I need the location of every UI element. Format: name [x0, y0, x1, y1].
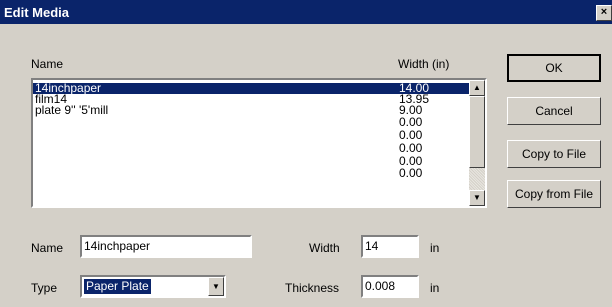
item-name: plate 9'' '5'mill [35, 103, 109, 117]
copy-to-file-button[interactable]: Copy to File [507, 140, 601, 168]
width-label: Width [309, 241, 340, 255]
item-width: 0.00 [399, 115, 423, 129]
list-header-name: Name [31, 57, 64, 71]
copy-from-file-button[interactable]: Copy from File [507, 180, 601, 208]
thickness-label: Thickness [285, 281, 340, 295]
type-label: Type [31, 281, 58, 295]
list-header-width: Width (in) [398, 57, 450, 71]
list-item[interactable]: 0.00 [33, 115, 470, 129]
list-item[interactable]: 0.00 [33, 166, 470, 180]
item-width: 0.00 [399, 166, 423, 180]
list-item[interactable]: 0.00 [33, 141, 470, 155]
window-title: Edit Media [4, 5, 70, 20]
scroll-up-icon[interactable]: ▲ [469, 80, 485, 96]
item-width: 0.00 [399, 141, 423, 155]
width-field[interactable]: 14 [361, 235, 419, 258]
type-select[interactable]: Paper Plate ▼ [80, 275, 226, 298]
edit-media-dialog: Edit Media × Name Width (in) 14inchpaper… [0, 0, 612, 307]
scroll-thumb[interactable] [469, 96, 485, 168]
item-width: 0.00 [399, 128, 423, 142]
list-scrollbar[interactable]: ▲ ▼ [469, 80, 485, 206]
list-item[interactable]: 0.00 [33, 128, 470, 142]
thickness-unit: in [430, 281, 440, 295]
name-label: Name [31, 241, 64, 255]
name-field[interactable]: 14inchpaper [80, 235, 252, 258]
scroll-down-icon[interactable]: ▼ [469, 190, 485, 206]
thickness-field[interactable]: 0.008 [361, 275, 419, 298]
title-bar[interactable]: Edit Media × [0, 0, 612, 24]
ok-button[interactable]: OK [507, 54, 601, 82]
close-button[interactable]: × [596, 5, 612, 21]
chevron-down-icon[interactable]: ▼ [208, 277, 224, 296]
width-unit: in [430, 241, 440, 255]
type-selected-value: Paper Plate [84, 279, 151, 294]
cancel-button[interactable]: Cancel [507, 97, 601, 125]
media-list[interactable]: 14inchpaper 14.00 film14 13.95 plate 9''… [31, 78, 487, 208]
